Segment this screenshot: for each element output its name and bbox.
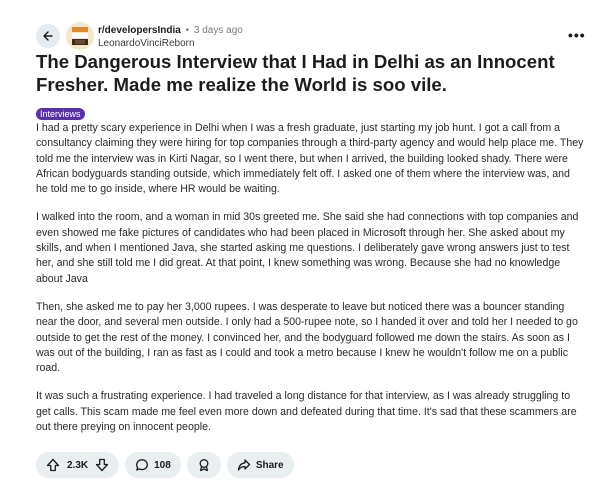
post-paragraph: I had a pretty scary experience in Delhi… [36, 122, 584, 196]
subreddit-name[interactable]: r/developersIndia [98, 25, 181, 36]
upvote-icon[interactable] [46, 458, 60, 472]
author-name[interactable]: LeonardoVinciReborn [98, 37, 243, 50]
post-body: I had a pretty scary experience in Delhi… [36, 121, 584, 448]
post-time: 3 days ago [193, 25, 243, 36]
award-icon [199, 459, 209, 472]
subreddit-avatar[interactable] [66, 22, 94, 50]
arrow-left-icon [43, 31, 53, 41]
share-button[interactable]: Share [226, 452, 294, 478]
share-icon [237, 459, 250, 471]
award-button[interactable] [186, 452, 221, 478]
post-meta: r/developersIndia • 3 days ago LeonardoV… [98, 24, 243, 50]
post-header: r/developersIndia • 3 days ago LeonardoV… [0, 0, 600, 52]
post-flair[interactable]: Interviews [36, 108, 85, 120]
post-paragraph: It was such a frustrating experience. I … [36, 390, 577, 434]
post-paragraph: I walked into the room, and a woman in m… [36, 211, 579, 285]
more-options-button[interactable]: ••• [568, 28, 586, 42]
comment-count: 108 [154, 459, 171, 471]
meta-separator: • [185, 25, 190, 36]
subreddit-logo-icon [66, 22, 94, 50]
downvote-icon[interactable] [95, 458, 109, 472]
post-title: The Dangerous Interview that I Had in De… [36, 51, 555, 95]
vote-control: 2.3K [36, 452, 120, 478]
comment-icon [136, 459, 149, 471]
vote-count: 2.3K [67, 459, 89, 471]
share-label: Share [255, 459, 284, 471]
comments-button[interactable]: 108 [125, 452, 181, 478]
post-paragraph: Then, she asked me to pay her 3,000 rupe… [36, 300, 578, 375]
action-bar: 2.3K 108 Share [36, 452, 294, 478]
back-button[interactable] [36, 24, 60, 48]
